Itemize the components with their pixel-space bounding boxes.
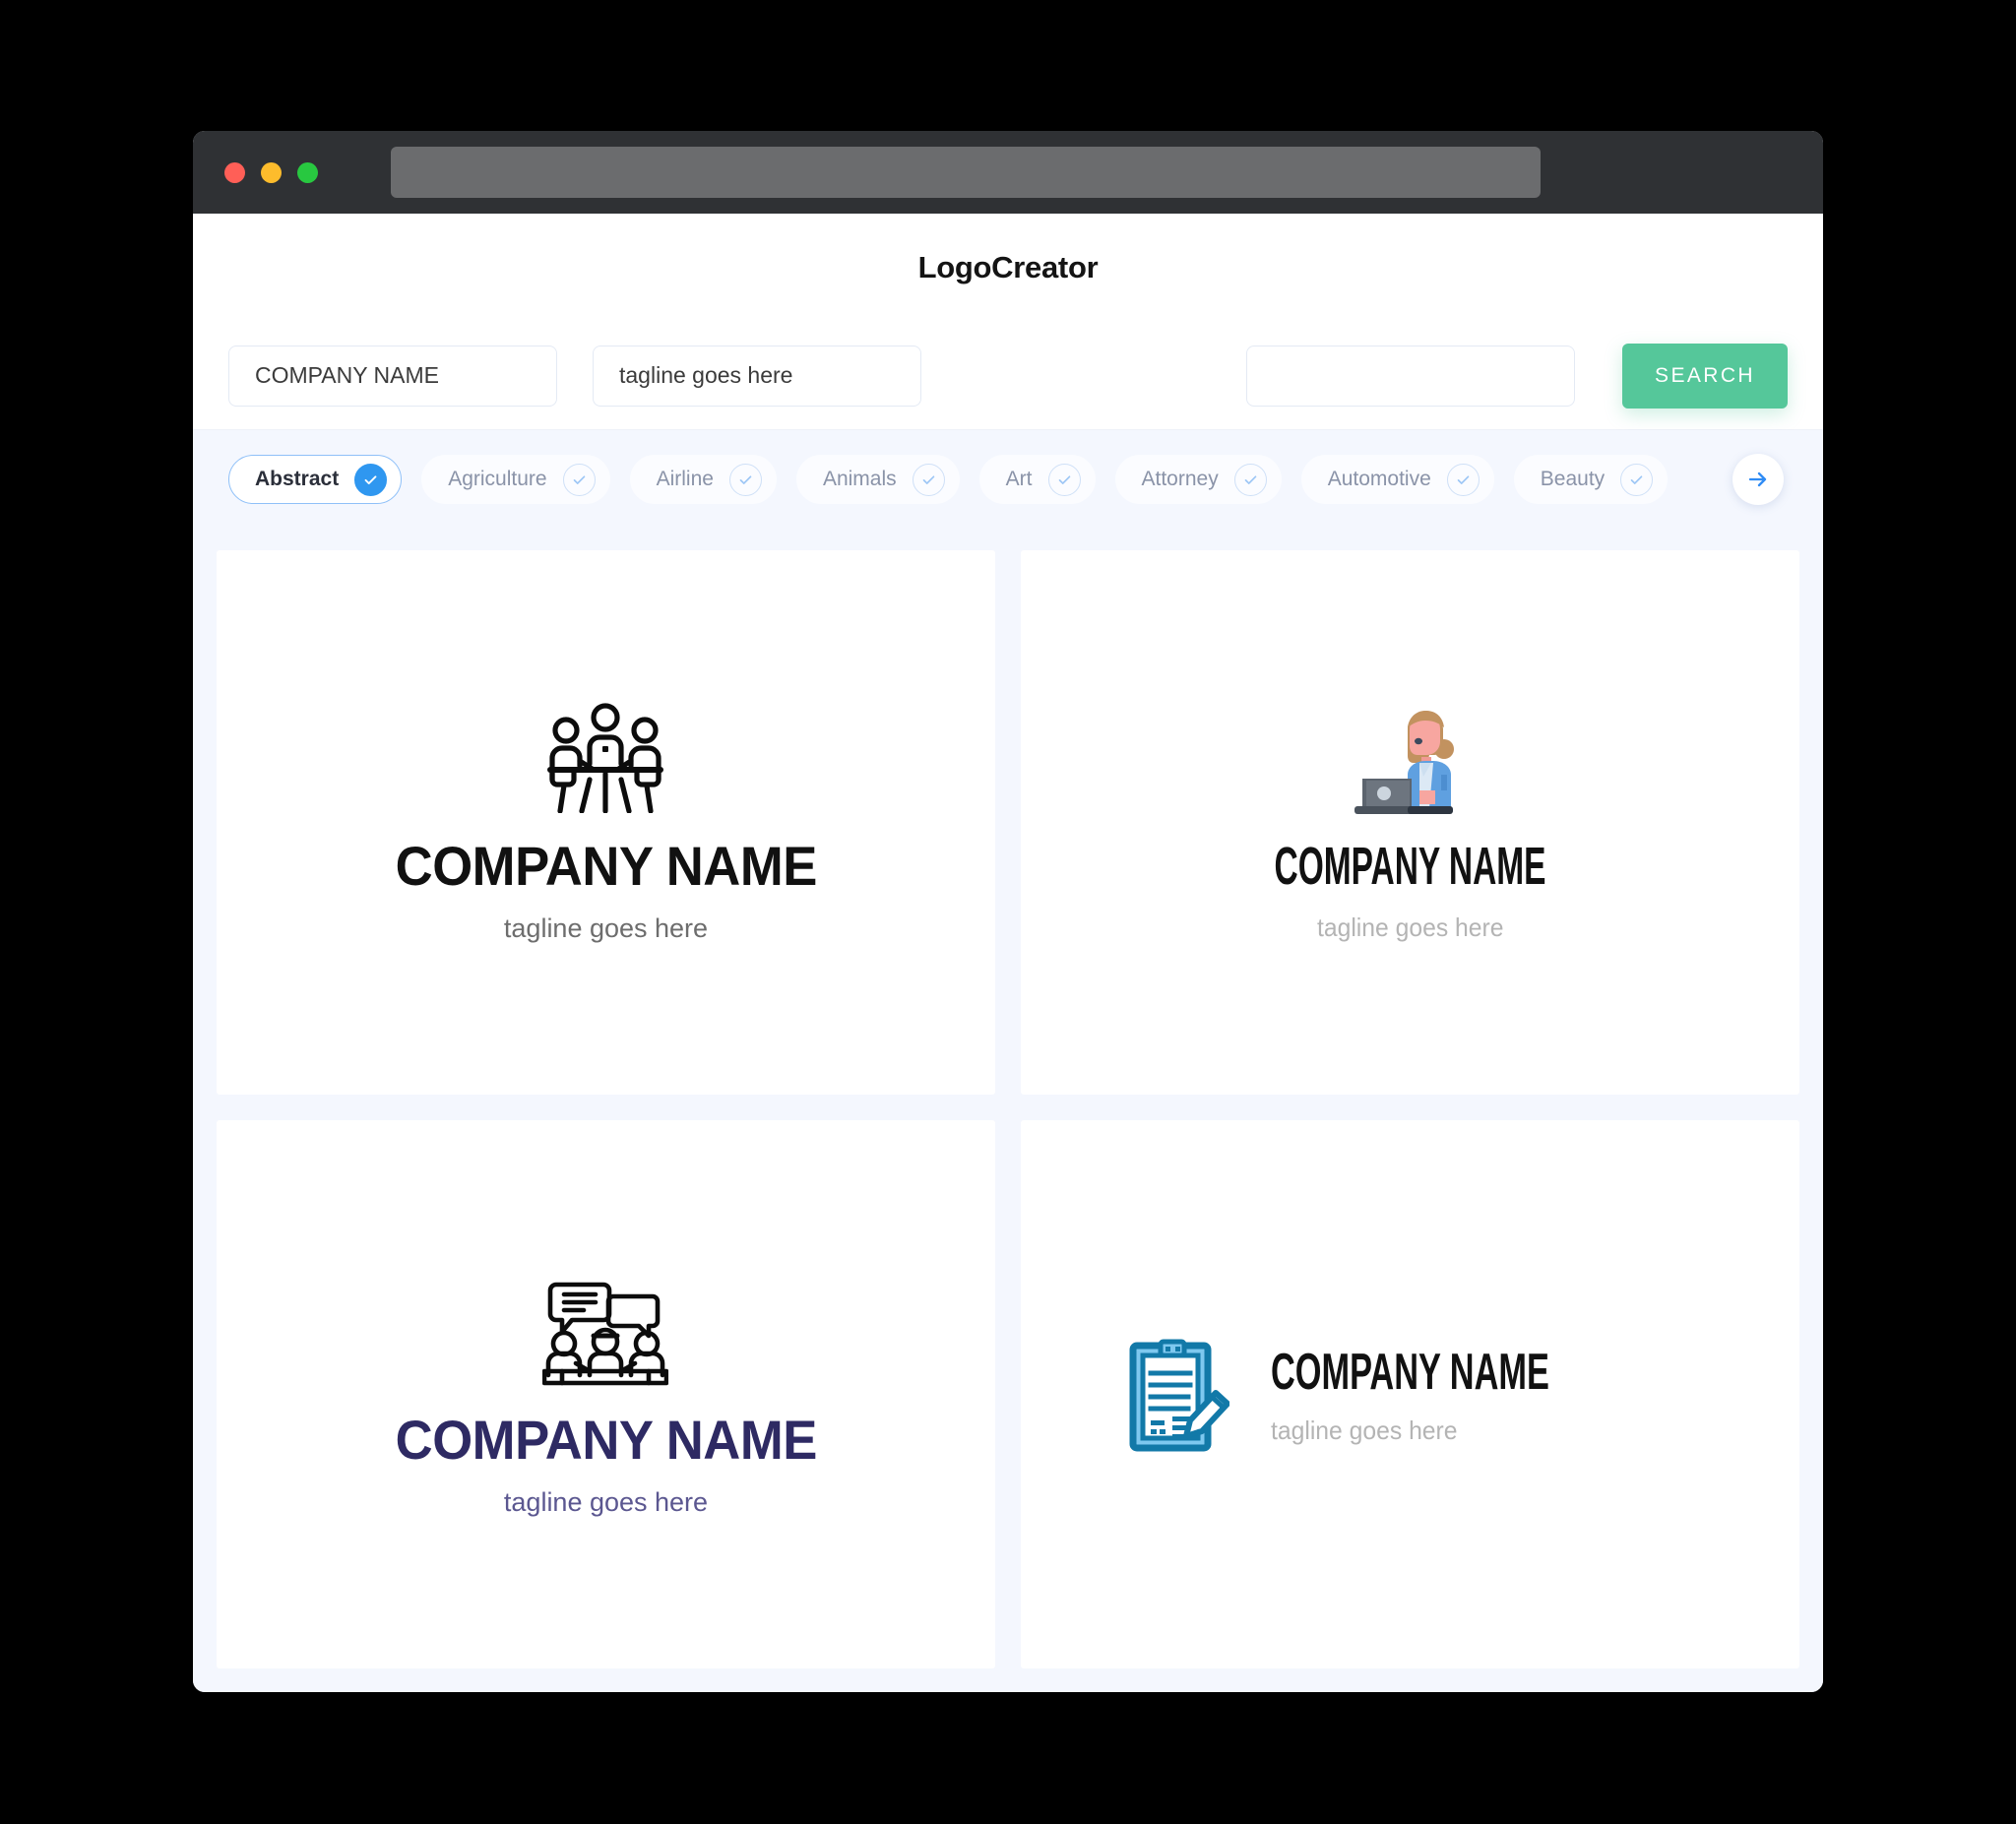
category-chip-art[interactable]: Art: [978, 455, 1096, 504]
company-name-input[interactable]: [228, 345, 557, 407]
logo-company-name: COMPANY NAME: [1271, 1343, 1550, 1401]
tagline-input[interactable]: [593, 345, 921, 407]
logo-card[interactable]: COMPANY NAME tagline goes here: [1021, 1120, 1799, 1668]
category-chip-label: Art: [1005, 468, 1033, 490]
category-chip-label: Airline: [656, 468, 714, 490]
logo-card[interactable]: COMPANY NAME tagline goes here: [1021, 550, 1799, 1095]
logo-preview: COMPANY NAME tagline goes here: [382, 1273, 831, 1516]
category-filter-bar: Abstract Agriculture Airline Animals Art: [193, 430, 1823, 529]
category-chip-label: Abstract: [255, 468, 340, 490]
maximize-window-button[interactable]: [297, 161, 318, 183]
logo-card[interactable]: COMPANY NAME tagline goes here: [217, 550, 995, 1095]
category-chip-attorney[interactable]: Attorney: [1114, 455, 1282, 504]
browser-titlebar: [193, 131, 1823, 214]
keyword-input[interactable]: [1246, 345, 1575, 407]
logo-tagline: tagline goes here: [503, 1487, 709, 1517]
logo-company-name: COMPANY NAME: [395, 835, 817, 897]
page-title: LogoCreator: [917, 250, 1099, 284]
traffic-lights: [224, 161, 318, 183]
app-header: LogoCreator: [193, 214, 1823, 322]
category-chip-beauty[interactable]: Beauty: [1513, 455, 1669, 504]
category-chip-label: Attorney: [1141, 468, 1219, 490]
category-chip-animals[interactable]: Animals: [795, 455, 960, 504]
minimize-window-button[interactable]: [261, 161, 282, 183]
category-chip-label: Animals: [822, 468, 897, 490]
search-button[interactable]: SEARCH: [1622, 343, 1788, 409]
check-icon: [562, 463, 596, 496]
logo-company-name: COMPANY NAME: [1274, 836, 1546, 896]
logo-preview: COMPANY NAME tagline goes here: [1127, 1338, 1693, 1452]
category-chip-label: Agriculture: [448, 468, 547, 490]
logo-text-block: COMPANY NAME tagline goes here: [1271, 1347, 1693, 1443]
clipboard-pencil-icon: [1127, 1338, 1230, 1452]
check-icon: [1233, 463, 1267, 496]
logo-card[interactable]: COMPANY NAME tagline goes here: [217, 1120, 995, 1668]
logo-tagline: tagline goes here: [1316, 912, 1504, 942]
category-chip-label: Beauty: [1540, 468, 1606, 490]
category-chip-agriculture[interactable]: Agriculture: [421, 455, 610, 504]
address-bar[interactable]: [391, 147, 1541, 198]
close-window-button[interactable]: [224, 161, 245, 183]
logo-tagline: tagline goes here: [1271, 1415, 1458, 1445]
check-icon: [1446, 463, 1480, 496]
arrow-right-icon: [1748, 472, 1767, 487]
check-icon: [354, 463, 388, 496]
woman-with-laptop-icon: [1349, 706, 1473, 816]
browser-window: LogoCreator SEARCH Abstract Agriculture …: [193, 131, 1823, 1692]
meeting-table-people-icon: [540, 703, 670, 813]
categories-next-button[interactable]: [1732, 454, 1784, 505]
check-icon: [1620, 463, 1654, 496]
check-icon: [912, 463, 945, 496]
check-icon: [1047, 463, 1081, 496]
check-icon: [728, 463, 762, 496]
category-chip-automotive[interactable]: Automotive: [1300, 455, 1494, 504]
search-toolbar: SEARCH: [193, 322, 1823, 430]
category-chip-label: Automotive: [1327, 468, 1431, 490]
category-chip-airline[interactable]: Airline: [629, 455, 777, 504]
category-chip-abstract[interactable]: Abstract: [228, 455, 403, 504]
logo-preview: COMPANY NAME tagline goes here: [1191, 706, 1629, 940]
logo-tagline: tagline goes here: [503, 913, 709, 943]
logo-company-name: COMPANY NAME: [395, 1409, 817, 1471]
logo-results-grid: COMPANY NAME tagline goes here COMPANY N…: [193, 529, 1823, 1692]
discussion-speech-bubbles-icon: [542, 1273, 669, 1387]
logo-preview: COMPANY NAME tagline goes here: [382, 703, 831, 942]
